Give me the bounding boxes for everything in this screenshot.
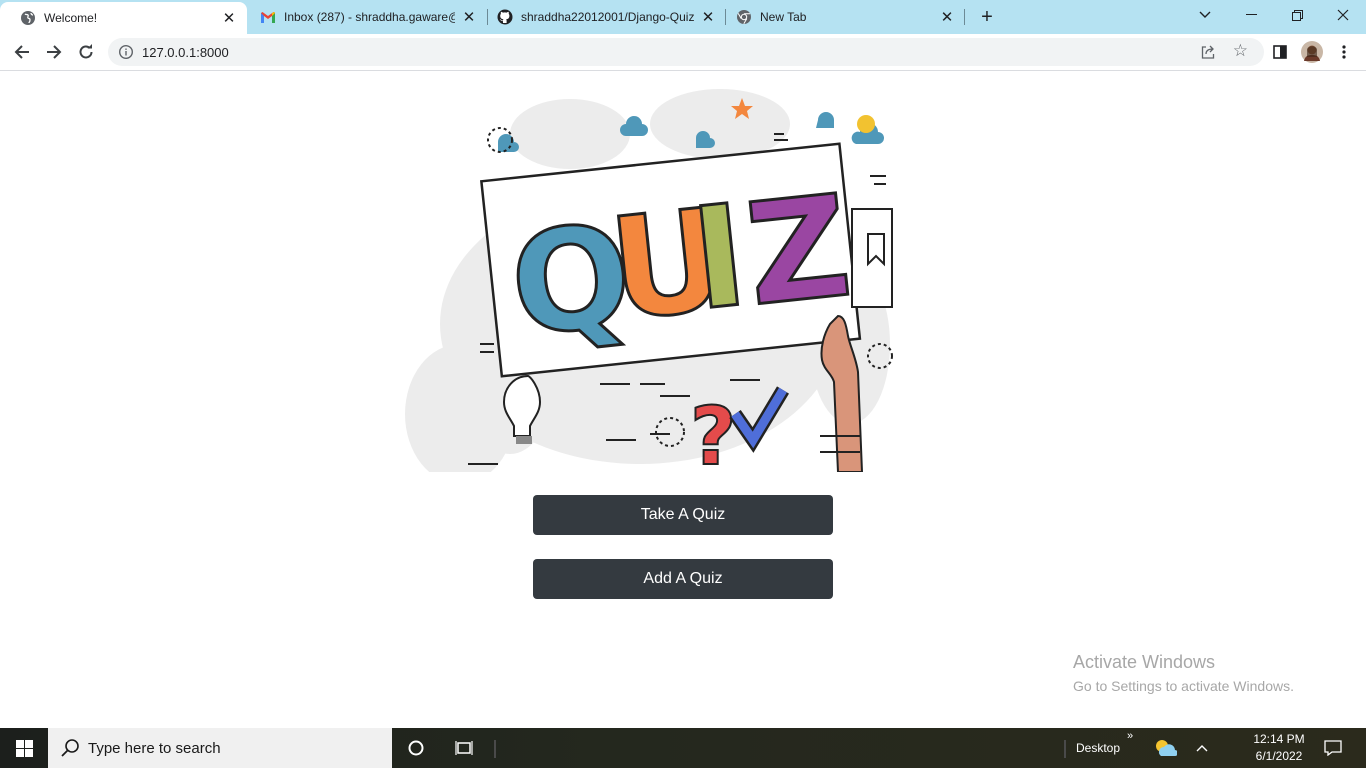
quiz-hero-illustration: Q U I Z ? xyxy=(390,84,900,484)
tab-title: shraddha22012001/Django-Quiz xyxy=(521,10,694,24)
tab-search-chevron-icon[interactable] xyxy=(1182,0,1228,30)
close-tab-icon[interactable]: ✕ xyxy=(700,9,716,26)
svg-text:Z: Z xyxy=(740,165,858,338)
page-content: Q U I Z ? Take A Quiz Add A Quiz Activat… xyxy=(0,72,1366,728)
watermark-title: Activate Windows xyxy=(1073,652,1216,672)
activate-windows-watermark: Activate Windows Go to Settings to activ… xyxy=(1073,652,1294,694)
watermark-subtitle: Go to Settings to activate Windows. xyxy=(1073,678,1294,694)
desktop-toolbar-label[interactable]: Desktop xyxy=(1076,741,1120,755)
reload-icon[interactable] xyxy=(74,40,98,64)
tab-title: New Tab xyxy=(760,10,807,24)
restore-button[interactable] xyxy=(1274,0,1320,30)
tab-title: Inbox (287) - shraddha.gaware@ xyxy=(284,10,455,24)
add-quiz-button[interactable]: Add A Quiz xyxy=(533,559,833,599)
more-menu-icon[interactable] xyxy=(1332,40,1356,64)
bookmark-star-icon[interactable]: ☆ xyxy=(1233,42,1248,60)
url-text[interactable]: 127.0.0.1:8000 xyxy=(142,45,229,60)
browser-toolbar: 127.0.0.1:8000 ☆ xyxy=(0,34,1366,71)
chrome-icon xyxy=(736,9,752,25)
close-tab-icon[interactable]: ✕ xyxy=(461,9,477,26)
gmail-icon xyxy=(260,9,276,25)
new-tab-button[interactable]: + xyxy=(976,6,998,28)
side-panel-icon[interactable] xyxy=(1268,40,1292,64)
notification-icon[interactable] xyxy=(1323,738,1343,758)
close-tab-icon[interactable]: ✕ xyxy=(939,9,955,26)
close-tab-icon[interactable]: ✕ xyxy=(221,10,237,27)
take-quiz-button[interactable]: Take A Quiz xyxy=(533,495,833,535)
system-clock[interactable]: 12:14 PM 6/1/2022 xyxy=(1240,731,1318,765)
close-window-button[interactable] xyxy=(1320,0,1366,30)
tab-inbox[interactable]: Inbox (287) - shraddha.gaware@ ✕ xyxy=(240,0,487,34)
minimize-button[interactable] xyxy=(1228,0,1274,30)
clock-time: 12:14 PM xyxy=(1253,732,1305,746)
cortana-icon[interactable] xyxy=(406,738,426,758)
taskbar-divider xyxy=(1064,740,1066,758)
info-icon[interactable] xyxy=(118,44,134,60)
forward-arrow-icon[interactable] xyxy=(42,40,66,64)
weather-icon[interactable] xyxy=(1153,738,1177,758)
globe-icon xyxy=(20,10,36,26)
tab-github[interactable]: shraddha22012001/Django-Quiz ✕ xyxy=(477,0,726,34)
task-view-icon[interactable] xyxy=(454,738,474,758)
profile-avatar[interactable] xyxy=(1300,40,1324,64)
tab-new-tab[interactable]: New Tab ✕ xyxy=(716,0,965,34)
github-icon xyxy=(497,9,513,25)
share-icon[interactable] xyxy=(1200,44,1216,60)
tab-separator xyxy=(964,9,965,25)
tab-title: Welcome! xyxy=(44,11,98,25)
windows-start-icon[interactable] xyxy=(0,728,48,768)
chevron-right-double-icon[interactable]: » xyxy=(1127,730,1133,742)
svg-text:?: ? xyxy=(690,390,736,472)
taskbar-divider xyxy=(494,740,496,758)
search-icon xyxy=(60,738,80,758)
chevron-up-icon[interactable] xyxy=(1192,738,1212,758)
tab-welcome[interactable]: Welcome! ✕ xyxy=(0,2,247,34)
taskbar-search-box[interactable]: Type here to search xyxy=(48,728,392,768)
windows-taskbar: Type here to search Desktop » 12:14 PM 6… xyxy=(0,728,1366,768)
back-arrow-icon[interactable] xyxy=(10,40,34,64)
search-placeholder: Type here to search xyxy=(88,739,221,757)
clock-date: 6/1/2022 xyxy=(1255,749,1303,763)
address-bar[interactable]: 127.0.0.1:8000 ☆ xyxy=(108,38,1264,66)
tab-strip: Welcome! ✕ Inbox (287) - shraddha.gaware… xyxy=(0,0,1366,34)
